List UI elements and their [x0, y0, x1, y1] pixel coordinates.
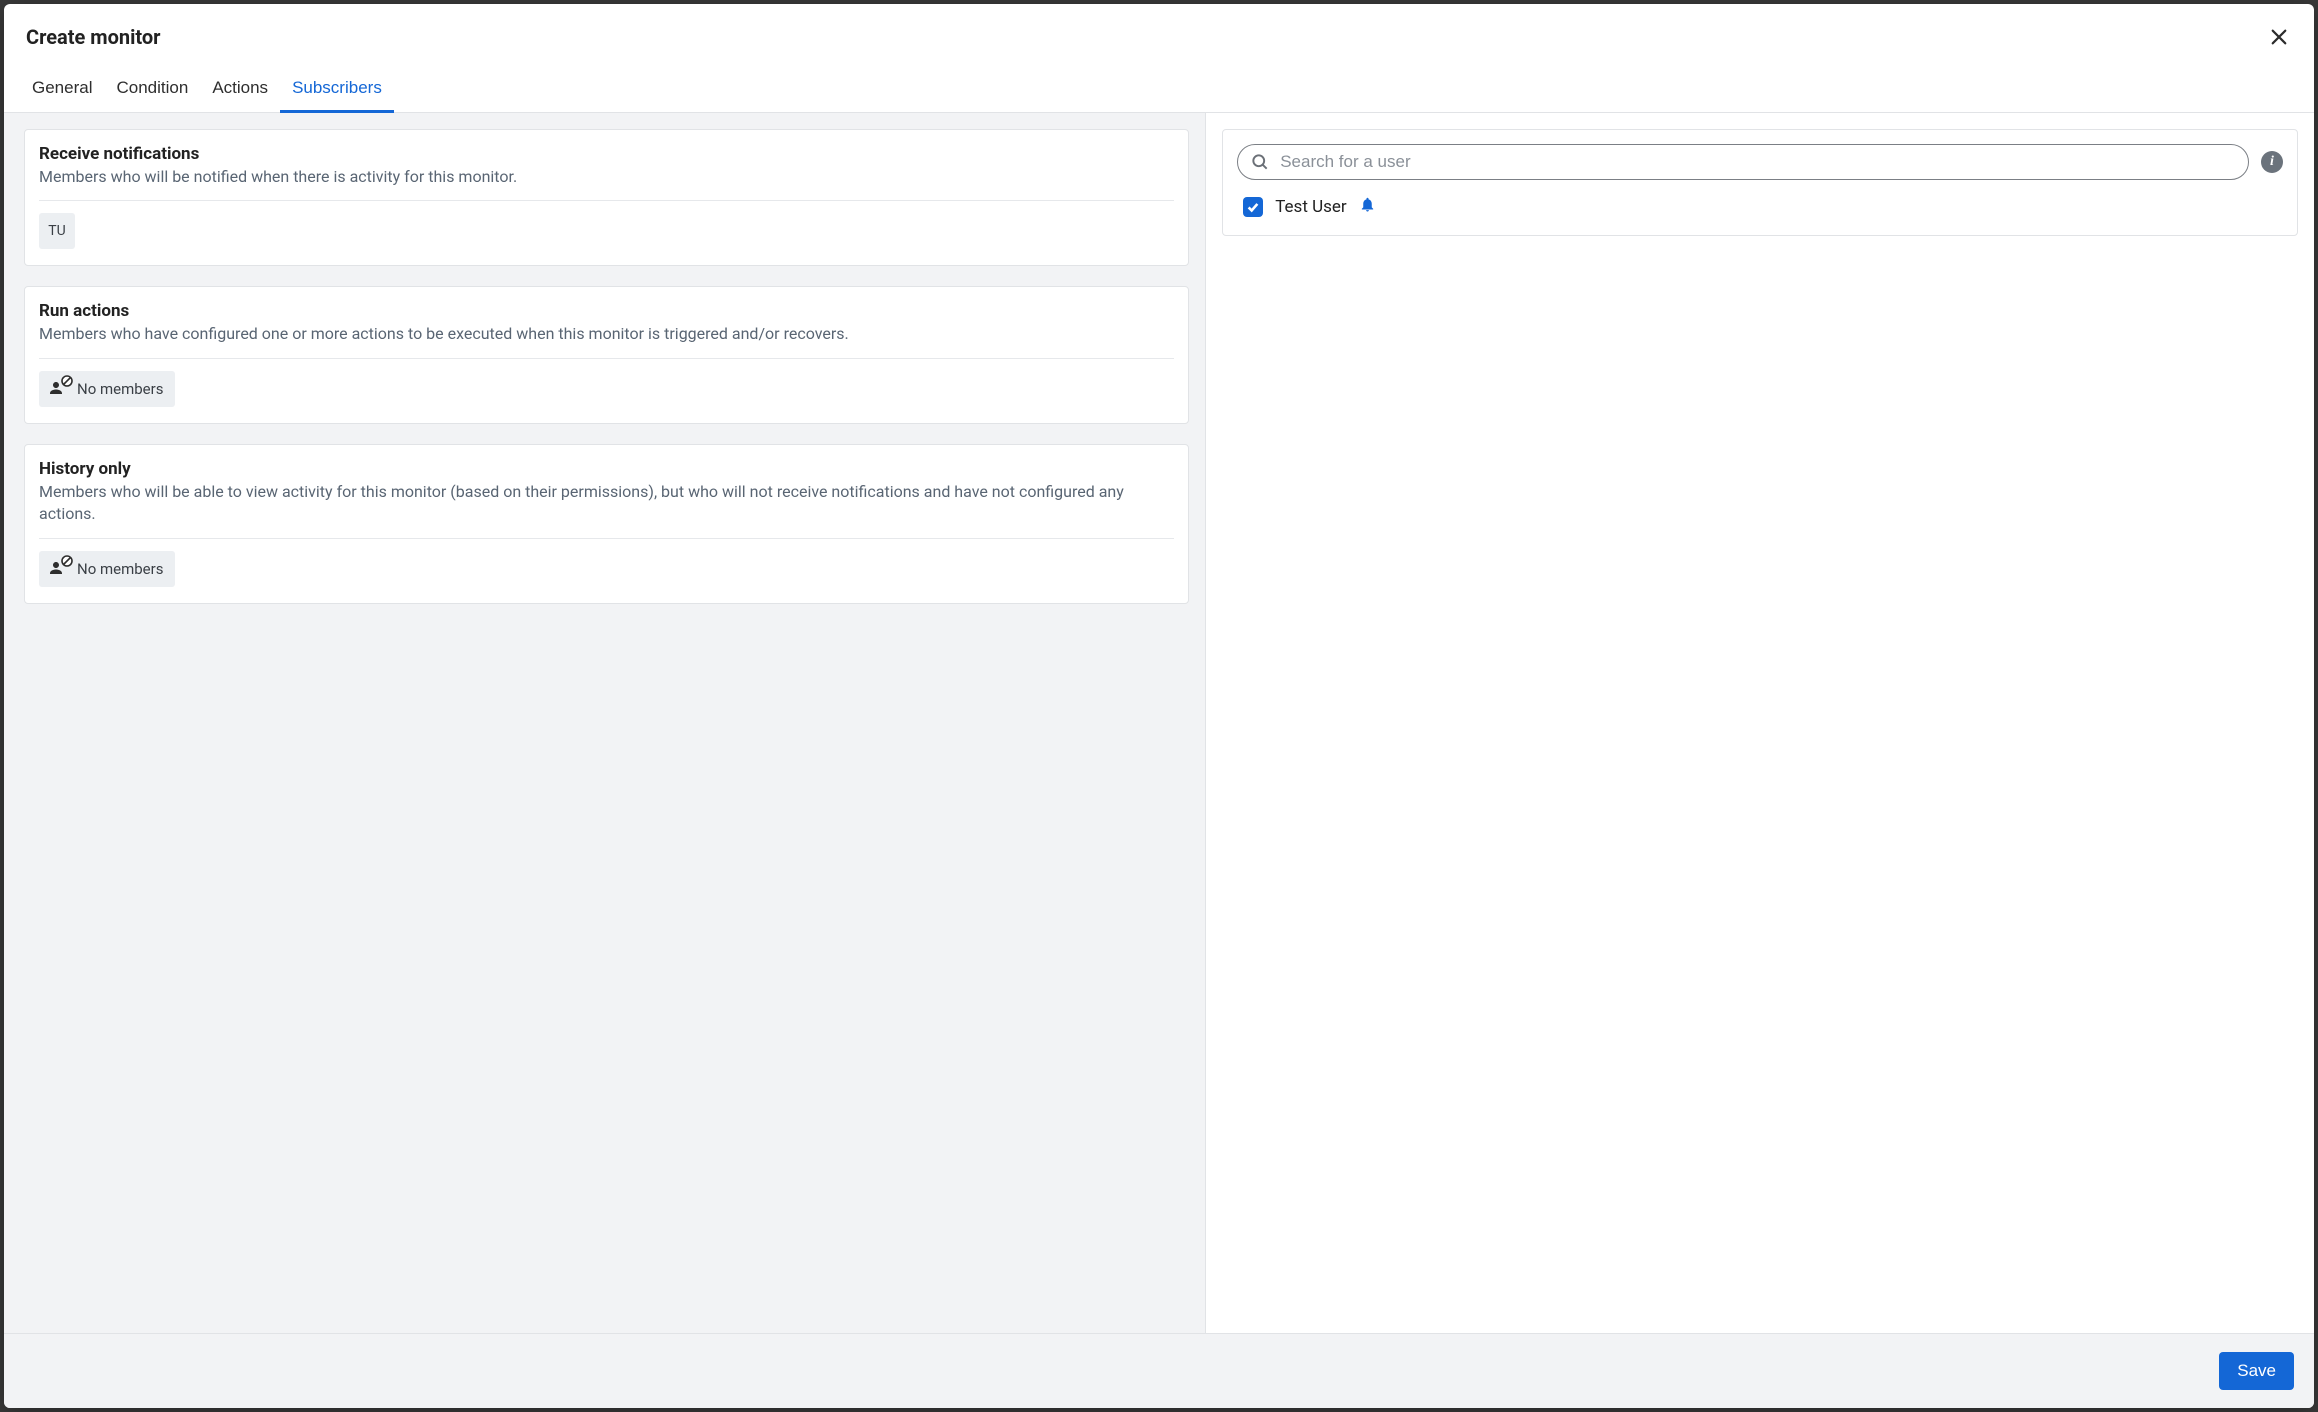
section-title: Receive notifications: [39, 144, 1174, 164]
member-avatar[interactable]: TU: [39, 213, 75, 249]
modal-body: Receive notifications Members who will b…: [4, 113, 2314, 1333]
create-monitor-modal: Create monitor General Condition Actions…: [4, 4, 2314, 1408]
section-description: Members who will be notified when there …: [39, 166, 1174, 188]
section-description: Members who will be able to view activit…: [39, 481, 1174, 526]
user-selector-pane: i Test User: [1205, 113, 2314, 1333]
close-button[interactable]: [2264, 22, 2294, 52]
user-selector-card: i Test User: [1222, 129, 2298, 236]
no-members-chip: No members: [39, 371, 175, 407]
no-members-label: No members: [77, 560, 163, 578]
section-title: Run actions: [39, 301, 1174, 321]
no-members-icon: [47, 559, 69, 579]
tab-bar: General Condition Actions Subscribers: [4, 66, 2314, 113]
no-members-icon: [47, 379, 69, 399]
section-run-actions: Run actions Members who have configured …: [24, 286, 1189, 423]
modal-header: Create monitor: [4, 4, 2314, 66]
bell-icon: [1359, 196, 1376, 217]
user-checkbox[interactable]: [1243, 197, 1263, 217]
tab-condition[interactable]: Condition: [104, 66, 200, 112]
close-icon: [2270, 28, 2288, 46]
section-receive-notifications: Receive notifications Members who will b…: [24, 129, 1189, 266]
search-icon: [1250, 152, 1270, 172]
user-row[interactable]: Test User: [1237, 180, 2283, 225]
no-members-label: No members: [77, 380, 163, 398]
search-row: i: [1237, 144, 2283, 180]
info-button[interactable]: i: [2261, 151, 2283, 173]
modal-footer: Save: [4, 1333, 2314, 1408]
info-icon: i: [2270, 155, 2274, 169]
tab-subscribers[interactable]: Subscribers: [280, 66, 394, 112]
section-history-only: History only Members who will be able to…: [24, 444, 1189, 604]
search-input[interactable]: [1280, 152, 2234, 172]
check-icon: [1246, 200, 1260, 214]
tab-general[interactable]: General: [26, 66, 104, 112]
divider: [39, 200, 1174, 201]
no-members-chip: No members: [39, 551, 175, 587]
divider: [39, 358, 1174, 359]
user-name: Test User: [1275, 197, 1346, 217]
search-field[interactable]: [1237, 144, 2249, 180]
tab-actions[interactable]: Actions: [200, 66, 280, 112]
save-button[interactable]: Save: [2219, 1352, 2294, 1390]
section-title: History only: [39, 459, 1174, 479]
divider: [39, 538, 1174, 539]
modal-title: Create monitor: [26, 25, 161, 49]
section-description: Members who have configured one or more …: [39, 323, 1174, 345]
subscribers-sections: Receive notifications Members who will b…: [4, 113, 1205, 1333]
